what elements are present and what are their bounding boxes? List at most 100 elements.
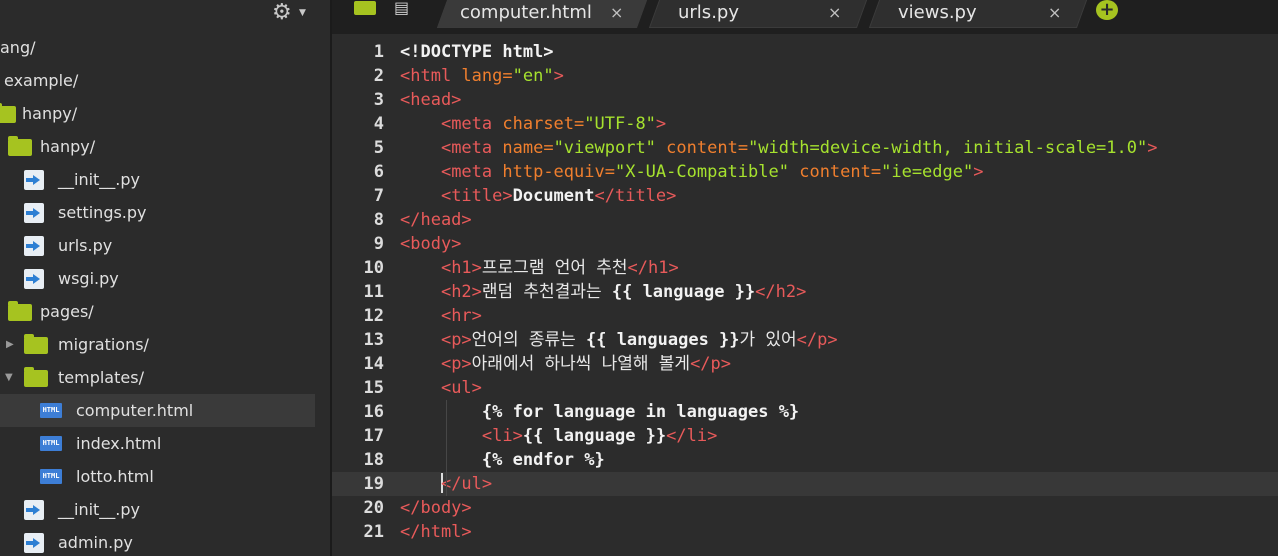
code-token: {{ language }} (522, 426, 667, 446)
python-file-icon (24, 203, 44, 223)
tab-label: views.py (898, 2, 977, 23)
tree-item[interactable]: example/ (0, 64, 330, 97)
code-line[interactable]: <ul> (400, 376, 482, 400)
gear-icon[interactable]: ⚙ ▼ (272, 0, 312, 26)
code-token: 가 있어 (739, 330, 797, 350)
line-number-gutter: 1 2 3 4 5 6 7 8 9 10 11 12 13 14 15 16 17 18 19 20 21 (332, 34, 394, 556)
line-number: 13 (363, 330, 384, 350)
python-file-icon (24, 500, 44, 520)
code-token: > (553, 66, 564, 86)
chevron-down-icon[interactable]: ▼ (5, 361, 13, 394)
line-number: 11 (363, 282, 384, 302)
line-number: 15 (363, 378, 384, 398)
tree-item[interactable]: ▼ templates/ (0, 361, 330, 394)
code-token: content= (666, 138, 749, 158)
code-line[interactable]: <h1>프로그램 언어 추천</h1> (400, 256, 679, 280)
code-line[interactable]: <!DOCTYPE html> (400, 40, 554, 64)
tab-label: urls.py (678, 2, 739, 23)
tree-item[interactable]: hanpy/ (0, 97, 330, 130)
tab-computer-html[interactable]: computer.html × (436, 0, 648, 28)
code-line[interactable]: <p>아래에서 하나씩 나열해 볼게</p> (400, 352, 731, 376)
code-token: "ie=edge" (881, 162, 974, 182)
code-line[interactable]: <hr> (400, 304, 482, 328)
code-token: <p> (440, 354, 472, 374)
code-line[interactable]: <html lang="en"> (400, 64, 564, 88)
line-number: 5 (373, 138, 384, 158)
code-line[interactable]: {% endfor %} (400, 448, 605, 472)
code-line[interactable]: <head> (400, 88, 461, 112)
tree-item[interactable]: ang/ (0, 31, 330, 64)
code-line[interactable]: {% for language in languages %} (400, 400, 799, 424)
chevron-down-icon[interactable]: ▼ (299, 0, 306, 26)
code-token: 아래에서 하나씩 나열해 볼게 (471, 354, 691, 374)
tree-item-label: settings.py (58, 203, 147, 222)
tree-item[interactable]: HTML computer.html (0, 394, 315, 427)
code-line[interactable]: <meta http-equiv="X-UA-Compatible" conte… (400, 160, 984, 184)
tree-item-label: urls.py (58, 236, 113, 255)
code-line[interactable]: <body> (400, 232, 461, 256)
code-token: {{ languages }} (585, 330, 740, 350)
line-number: 20 (363, 498, 384, 518)
line-number: 12 (363, 306, 384, 326)
tab-views-py[interactable]: views.py × (868, 0, 1088, 28)
code-line[interactable]: <title>Document</title> (400, 184, 676, 208)
tree-item[interactable]: wsgi.py (0, 262, 330, 295)
code-editor[interactable]: 1 2 3 4 5 6 7 8 9 10 11 12 13 14 15 16 17 18 19 20 21 <!DOCT… (332, 34, 1278, 556)
code-line[interactable]: <li>{{ language }}</li> (400, 424, 717, 448)
tree-item[interactable]: urls.py (0, 229, 330, 262)
close-icon[interactable]: × (610, 0, 623, 26)
tree-item-label: __init__.py (58, 170, 141, 189)
code-token: 언어의 종류는 (471, 330, 586, 350)
tab-urls-py[interactable]: urls.py × (648, 0, 868, 28)
tree-item[interactable]: settings.py (0, 196, 330, 229)
python-file-icon (24, 236, 44, 256)
line-number: 10 (363, 258, 384, 278)
tree-item[interactable]: admin.py (0, 526, 330, 556)
line-number: 9 (373, 234, 384, 254)
html-file-icon: HTML (40, 436, 62, 451)
python-file-icon (24, 269, 44, 289)
code-line[interactable]: <p>언어의 종류는 {{ languages }}가 있어</p> (400, 328, 838, 352)
code-token: </ul> (440, 474, 493, 494)
code-token: > (1147, 138, 1158, 158)
tree-item[interactable]: __init__.py (0, 493, 330, 526)
tree-item[interactable]: HTML lotto.html (0, 460, 330, 493)
code-line[interactable]: </head> (400, 208, 472, 232)
document-list-icon[interactable]: ▤ (394, 0, 409, 16)
close-icon[interactable]: × (828, 0, 841, 26)
tree-item-label: hanpy/ (22, 104, 78, 123)
tree-item-label: ang/ (0, 38, 36, 57)
code-token: <meta (440, 162, 503, 182)
code-token: "viewport" (553, 138, 656, 158)
tree-item[interactable]: __init__.py (0, 163, 330, 196)
code-token: content= (799, 162, 882, 182)
code-line[interactable]: <meta charset="UTF-8"> (400, 112, 666, 136)
code-line[interactable]: </body> (400, 496, 472, 520)
folder-icon[interactable] (354, 1, 376, 15)
tree-item[interactable]: pages/ (0, 295, 330, 328)
line-number: 19 (363, 474, 384, 494)
tree-item[interactable]: ▶ migrations/ (0, 328, 330, 361)
code-token: <html (400, 66, 462, 86)
close-icon[interactable]: × (1048, 0, 1061, 26)
code-line[interactable]: </html> (400, 520, 472, 544)
tree-item[interactable]: hanpy/ (0, 130, 330, 163)
code-token: <h2> (440, 282, 482, 302)
code-token: <li> (481, 426, 523, 446)
tab-label: computer.html (460, 2, 592, 23)
add-tab-button[interactable]: + (1096, 0, 1118, 20)
code-line[interactable]: <meta name="viewport" content="width=dev… (400, 136, 1158, 160)
code-line[interactable]: <h2>랜덤 추천결과는 {{ language }}</h2> (400, 280, 806, 304)
tree-item[interactable]: HTML index.html (0, 427, 330, 460)
chevron-right-icon[interactable]: ▶ (6, 328, 14, 361)
code-token: "en" (512, 66, 554, 86)
python-file-icon (24, 170, 44, 190)
